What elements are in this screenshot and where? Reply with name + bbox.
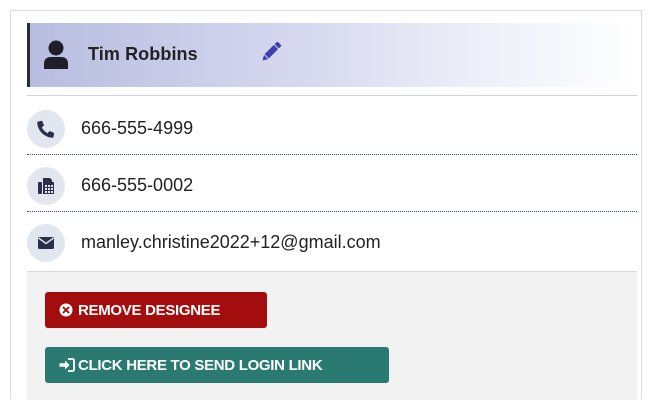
user-icon (43, 40, 69, 70)
fax-value: 666-555-0002 (81, 175, 194, 195)
send-login-link-button[interactable]: CLICK HERE TO SEND LOGIN LINK (45, 347, 389, 383)
fax-icon-badge (27, 167, 65, 205)
email-row: manley.christine2022+12@gmail.com (27, 211, 637, 267)
phone-row: 666-555-4999 (27, 97, 637, 153)
phone-icon-badge (27, 110, 65, 148)
email-value: manley.christine2022+12@gmail.com (81, 232, 381, 252)
header-divider (27, 95, 637, 96)
pencil-icon (258, 41, 284, 68)
designee-name: Tim Robbins (88, 44, 198, 64)
email-icon-badge (27, 224, 65, 262)
edit-designee-button[interactable] (258, 39, 284, 65)
remove-designee-button[interactable]: REMOVE DESIGNEE (45, 292, 267, 328)
times-circle-icon (59, 303, 73, 317)
designee-card: Tim Robbins 666-555-4999 666-555-0002 ma… (10, 10, 642, 400)
phone-value: 666-555-4999 (81, 118, 194, 138)
send-login-link-label: CLICK HERE TO SEND LOGIN LINK (78, 356, 323, 374)
designee-header: Tim Robbins (27, 23, 637, 87)
actions-footer: REMOVE DESIGNEE CLICK HERE TO SEND LOGIN… (27, 272, 637, 400)
fax-row: 666-555-0002 (27, 154, 637, 210)
remove-designee-label: REMOVE DESIGNEE (78, 301, 221, 319)
sign-in-icon (59, 358, 75, 372)
